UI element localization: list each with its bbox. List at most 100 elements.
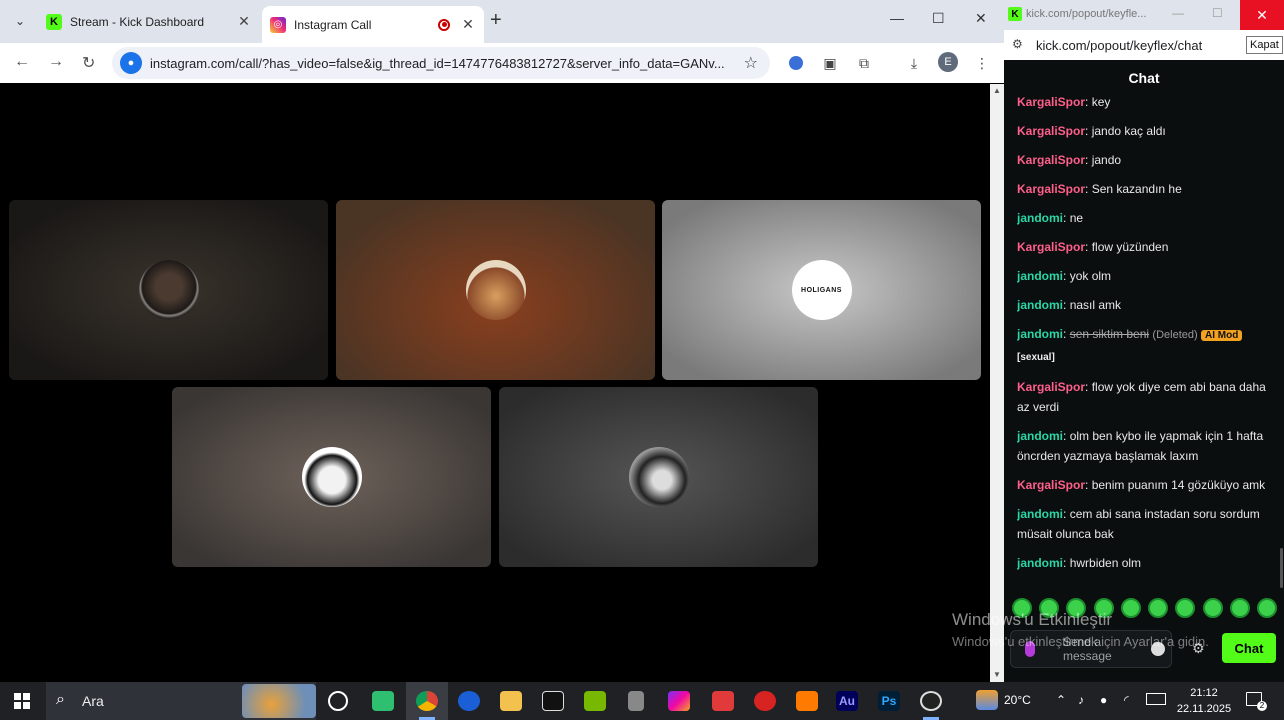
- close-tooltip: Kapat: [1246, 36, 1283, 54]
- fl-studio-icon[interactable]: [796, 691, 818, 711]
- participant-avatar: [138, 260, 199, 320]
- notification-center-icon[interactable]: [1246, 692, 1267, 711]
- capcut-icon[interactable]: [542, 691, 564, 711]
- chat-username[interactable]: jandomi: [1017, 327, 1063, 341]
- ai-mod-badge: AI Mod: [1201, 330, 1243, 341]
- chat-username[interactable]: KargaliSpor: [1017, 478, 1085, 492]
- keyboard-icon[interactable]: [1146, 693, 1166, 705]
- chat-message: jandomi: ne: [1017, 208, 1271, 228]
- participant-avatar: [628, 447, 689, 507]
- chat-message: jandomi: hwrbiden olm: [1017, 553, 1271, 573]
- nvidia-icon[interactable]: [584, 691, 606, 711]
- chat-username[interactable]: jandomi: [1017, 429, 1063, 443]
- taskbar-clock[interactable]: 21:12 22.11.2025: [1172, 685, 1236, 717]
- photoshop-icon[interactable]: Ps: [878, 691, 900, 711]
- chat-username[interactable]: KargaliSpor: [1017, 95, 1085, 109]
- chat-username[interactable]: KargaliSpor: [1017, 124, 1085, 138]
- extension-blue-icon[interactable]: [786, 53, 806, 73]
- emote-icon[interactable]: [1175, 598, 1196, 618]
- app-green-icon[interactable]: [372, 691, 394, 711]
- address-bar[interactable]: ● instagram.com/call/?has_video=false&ig…: [112, 47, 770, 79]
- emote-icon[interactable]: [1120, 598, 1141, 618]
- taskbar-search-label: Ara: [82, 693, 104, 709]
- chat-username[interactable]: KargaliSpor: [1017, 380, 1085, 394]
- chrome-icon[interactable]: [416, 691, 438, 711]
- instagram-favicon-icon: ◎: [270, 16, 286, 33]
- recording-indicator-icon: [438, 18, 450, 31]
- obs-icon[interactable]: [920, 691, 942, 711]
- participant-tile-2[interactable]: [336, 200, 655, 380]
- chat-message: KargaliSpor: flow yok diye cem abi bana …: [1017, 377, 1271, 417]
- profile-avatar[interactable]: E: [938, 52, 958, 72]
- close-window-button[interactable]: ✕: [1240, 0, 1284, 30]
- chat-username[interactable]: jandomi: [1017, 269, 1063, 283]
- chat-username[interactable]: jandomi: [1017, 507, 1063, 521]
- participant-tile-5[interactable]: [499, 387, 818, 567]
- back-arrow-icon[interactable]: ←: [14, 53, 30, 71]
- scroll-up-icon[interactable]: ▲: [993, 86, 1001, 95]
- minimize-icon[interactable]: —: [1172, 6, 1184, 20]
- menu-kebab-icon[interactable]: ⋮: [972, 53, 992, 73]
- scroll-down-icon[interactable]: ▼: [993, 670, 1001, 679]
- tab-close-icon[interactable]: ✕: [460, 16, 476, 33]
- chat-username[interactable]: jandomi: [1017, 211, 1063, 225]
- task-view-icon[interactable]: [328, 691, 348, 711]
- popout-address-bar[interactable]: ⚙ kick.com/popout/keyflex/chat: [1004, 30, 1284, 60]
- chat-username[interactable]: jandomi: [1017, 298, 1063, 312]
- audition-icon[interactable]: Au: [836, 691, 858, 711]
- new-tab-button[interactable]: +: [490, 10, 502, 30]
- microphone-app-icon[interactable]: [628, 691, 644, 711]
- screen-capture-icon[interactable]: ▣: [820, 53, 840, 73]
- microphone-icon[interactable]: ●: [120, 52, 142, 74]
- windows-start-icon[interactable]: [14, 693, 30, 709]
- app-colorful-icon[interactable]: [668, 691, 690, 711]
- app-red-icon[interactable]: [712, 691, 734, 711]
- chat-username[interactable]: KargaliSpor: [1017, 153, 1085, 167]
- chat-scrollbar[interactable]: [1280, 548, 1283, 588]
- microphone-tray-icon[interactable]: ●: [1100, 693, 1107, 707]
- weather-icon[interactable]: [976, 690, 998, 710]
- wifi-icon[interactable]: ◜: [1124, 693, 1129, 707]
- tab-kick-dashboard[interactable]: K Stream - Kick Dashboard ✕: [38, 6, 260, 37]
- maximize-icon[interactable]: ☐: [932, 10, 945, 27]
- tab-instagram-call[interactable]: ◎ Instagram Call ✕: [262, 6, 484, 43]
- site-settings-icon[interactable]: ⚙: [1012, 37, 1023, 51]
- chat-text: hwrbiden olm: [1069, 556, 1142, 570]
- forward-arrow-icon[interactable]: →: [48, 53, 64, 71]
- activation-watermark-title: Windows'u Etkinleştir: [952, 610, 1113, 629]
- app-blue-icon[interactable]: [458, 691, 480, 711]
- file-explorer-icon[interactable]: [500, 691, 522, 711]
- chat-message: jandomi: yok olm: [1017, 266, 1271, 286]
- close-window-icon[interactable]: ✕: [975, 10, 987, 27]
- chat-username[interactable]: jandomi: [1017, 556, 1063, 570]
- app-red-round-icon[interactable]: [754, 691, 776, 711]
- search-icon: ⌕: [56, 691, 65, 708]
- extensions-puzzle-icon[interactable]: ⧉: [854, 53, 874, 73]
- participant-tile-4[interactable]: [172, 387, 491, 567]
- chat-username[interactable]: KargaliSpor: [1017, 240, 1085, 254]
- send-chat-button[interactable]: Chat: [1222, 633, 1276, 663]
- maximize-icon[interactable]: ☐: [1212, 6, 1223, 20]
- tab-search-chevron-icon[interactable]: ⌄: [8, 9, 32, 33]
- emote-icon[interactable]: [1148, 598, 1169, 618]
- page-scrollbar[interactable]: ▲ ▼: [990, 84, 1004, 682]
- participant-tile-3[interactable]: HOLIGANS: [662, 200, 981, 380]
- participant-tile-1[interactable]: [9, 200, 328, 380]
- reload-icon[interactable]: ↻: [82, 53, 95, 73]
- chat-message: KargaliSpor: benim puanım 14 gözüküyo am…: [1017, 475, 1271, 495]
- tray-chevron-up-icon[interactable]: ⌃: [1056, 693, 1066, 707]
- download-icon[interactable]: ⤓: [904, 53, 924, 73]
- chat-message: KargaliSpor: Sen kazandın he: [1017, 179, 1271, 199]
- volume-icon[interactable]: ♪: [1078, 693, 1084, 707]
- browser-toolbar: ← → ↻ ● instagram.com/call/?has_video=fa…: [0, 43, 1004, 83]
- emote-icon[interactable]: [1202, 598, 1223, 618]
- temperature[interactable]: 20°C: [1004, 693, 1031, 707]
- taskbar-search[interactable]: ⌕ Ara: [46, 682, 316, 720]
- chat-username[interactable]: KargaliSpor: [1017, 182, 1085, 196]
- bookmark-star-icon[interactable]: ☆: [744, 53, 758, 73]
- minimize-icon[interactable]: —: [890, 10, 904, 26]
- emote-icon[interactable]: [1256, 598, 1277, 618]
- tab-close-icon[interactable]: ✕: [236, 13, 252, 30]
- emote-icon[interactable]: [1229, 598, 1250, 618]
- chat-message-list[interactable]: KargaliSpor: key KargaliSpor: jando kaç a…: [1017, 92, 1271, 589]
